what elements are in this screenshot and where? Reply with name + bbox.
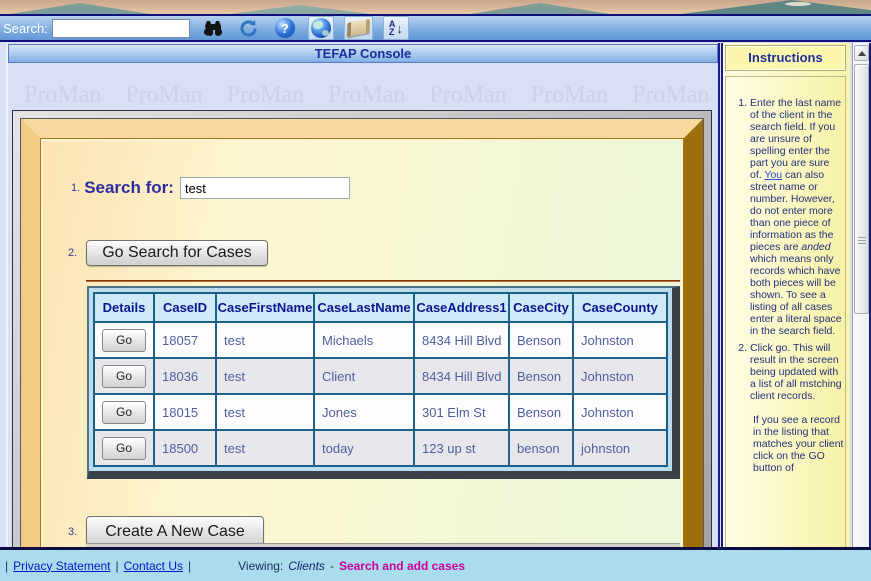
toolbar-search-input[interactable] — [52, 19, 190, 38]
help-icon[interactable]: ? — [272, 16, 298, 40]
row-go-button[interactable]: Go — [102, 437, 146, 460]
sort-az-glyph: AZ ↓ — [389, 20, 403, 36]
scrollbar-up-arrow[interactable] — [854, 45, 869, 61]
cell-case-id: 18015 — [154, 394, 216, 430]
viewing-section: Clients — [288, 559, 325, 573]
cell-last-name: Jones — [314, 394, 414, 430]
scrollbar-thumb[interactable] — [854, 64, 869, 314]
cell-case-id: 18500 — [154, 430, 216, 466]
go-search-button[interactable]: Go Search for Cases — [86, 240, 267, 266]
contact-us-link[interactable]: Contact Us — [124, 559, 183, 573]
up-triangle-icon — [858, 51, 866, 56]
mountain-shape — [681, 0, 871, 14]
cell-first-name: test — [216, 322, 314, 358]
col-header-county: CaseCounty — [573, 293, 667, 322]
table-row: Go 18015 test Jones 301 Elm St Benson Jo… — [94, 394, 667, 430]
search-for-input[interactable] — [180, 177, 350, 199]
vertical-scrollbar[interactable] — [852, 43, 870, 547]
mountain-shape — [10, 3, 150, 14]
cell-last-name: Michaels — [314, 322, 414, 358]
cell-county: Johnston — [573, 322, 667, 358]
table-header-row: Details CaseID CaseFirstName CaseLastNam… — [94, 293, 667, 322]
mountain-shape — [230, 5, 370, 14]
search-for-label: Search for: — [84, 178, 174, 198]
outer-gray-frame: 1. Search for: 2. Go Search for Cases — [12, 110, 712, 547]
row-go-button[interactable]: Go — [102, 365, 146, 388]
cell-county: Johnston — [573, 394, 667, 430]
refresh-glyph — [238, 18, 259, 39]
step2-go-row: 2. Go Search for Cases — [68, 240, 268, 266]
status-bar: | Privacy Statement | Contact Us | Viewi… — [0, 547, 871, 581]
row-go-button[interactable]: Go — [102, 329, 146, 352]
col-header-city: CaseCity — [509, 293, 573, 322]
cell-first-name: test — [216, 430, 314, 466]
cell-address1: 123 up st — [414, 430, 509, 466]
gold-picture-frame: 1. Search for: 2. Go Search for Cases — [21, 119, 703, 547]
header-photo — [0, 0, 871, 14]
sort-down-arrow: ↓ — [396, 22, 403, 35]
cell-county: Johnston — [573, 358, 667, 394]
viewing-page: Search and add cases — [339, 559, 465, 573]
cell-case-id: 18057 — [154, 322, 216, 358]
col-header-firstname: CaseFirstName — [216, 293, 314, 322]
instructions-body: 1. Enter the last name of the client in … — [725, 76, 846, 547]
instructions-panel: Instructions 1. Enter the last name of t… — [723, 43, 850, 547]
col-header-address1: CaseAddress1 — [414, 293, 509, 322]
cell-city: Benson — [509, 322, 573, 358]
cell-first-name: test — [216, 358, 314, 394]
binoculars-find-icon[interactable] — [200, 16, 226, 40]
step1-number: 1. — [71, 182, 80, 194]
step1-search-row: 1. Search for: — [71, 177, 350, 199]
main-content-area: ProManProManProManProManProManProManProM… — [8, 63, 718, 547]
sort-z-letter: Z — [389, 28, 396, 36]
cell-last-name: today — [314, 430, 414, 466]
report-scroll-icon[interactable] — [344, 16, 373, 40]
cell-county: johnston — [573, 430, 667, 466]
table-row: Go 18500 test today 123 up st benson joh… — [94, 430, 667, 466]
cell-city: benson — [509, 430, 573, 466]
globe-glyph — [311, 18, 331, 38]
case-results-table: Details CaseID CaseFirstName CaseLastNam… — [93, 292, 668, 467]
mountain-shape — [470, 3, 610, 14]
proman-watermark: ProManProManProManProManProManProManProM… — [24, 82, 718, 109]
viewing-label: Viewing: — [238, 559, 283, 573]
help-glyph: ? — [275, 18, 295, 38]
instruction-paragraph: If you see a record in the listing that … — [735, 414, 845, 474]
cell-case-id: 18036 — [154, 358, 216, 394]
snow-cap — [785, 2, 811, 6]
col-header-details: Details — [94, 293, 154, 322]
cell-address1: 8434 Hill Blvd — [414, 358, 509, 394]
step2-number: 2. — [68, 247, 77, 259]
sort-az-icon[interactable]: AZ ↓ — [383, 16, 409, 40]
table-row: Go 18036 test Client 8434 Hill Blvd Bens… — [94, 358, 667, 394]
table-row: Go 18057 test Michaels 8434 Hill Blvd Be… — [94, 322, 667, 358]
col-header-lastname: CaseLastName — [314, 293, 414, 322]
cell-address1: 301 Elm St — [414, 394, 509, 430]
scrollbar-grip — [858, 237, 866, 245]
col-header-caseid: CaseID — [154, 293, 216, 322]
instruction-item-2: 2. Click go. This will result in the scr… — [735, 342, 842, 402]
horizontal-rule — [86, 280, 680, 282]
row-go-button[interactable]: Go — [102, 401, 146, 424]
step3-number: 3. — [68, 526, 77, 538]
cell-first-name: test — [216, 394, 314, 430]
instruction-item-1: 1. Enter the last name of the client in … — [735, 97, 842, 337]
web-globe-icon[interactable] — [308, 16, 334, 40]
privacy-statement-link[interactable]: Privacy Statement — [13, 559, 110, 573]
binoculars-glyph — [202, 19, 224, 37]
toolbar-icons: ? AZ ↓ — [200, 16, 409, 40]
instructions-header: Instructions — [725, 45, 846, 71]
search-label: Search: — [3, 21, 48, 36]
scroll-glyph — [347, 19, 370, 37]
form-panel: 1. Search for: 2. Go Search for Cases — [40, 138, 684, 547]
cell-last-name: Client — [314, 358, 414, 394]
top-toolbar: Search: ? — [0, 14, 871, 42]
cell-city: Benson — [509, 358, 573, 394]
refresh-icon[interactable] — [236, 16, 262, 40]
page-title: TEFAP Console — [8, 44, 718, 63]
results-table-frame: Details CaseID CaseFirstName CaseLastNam… — [87, 286, 680, 479]
you-link[interactable]: You — [764, 169, 782, 181]
cell-address1: 8434 Hill Blvd — [414, 322, 509, 358]
cell-city: Benson — [509, 394, 573, 430]
